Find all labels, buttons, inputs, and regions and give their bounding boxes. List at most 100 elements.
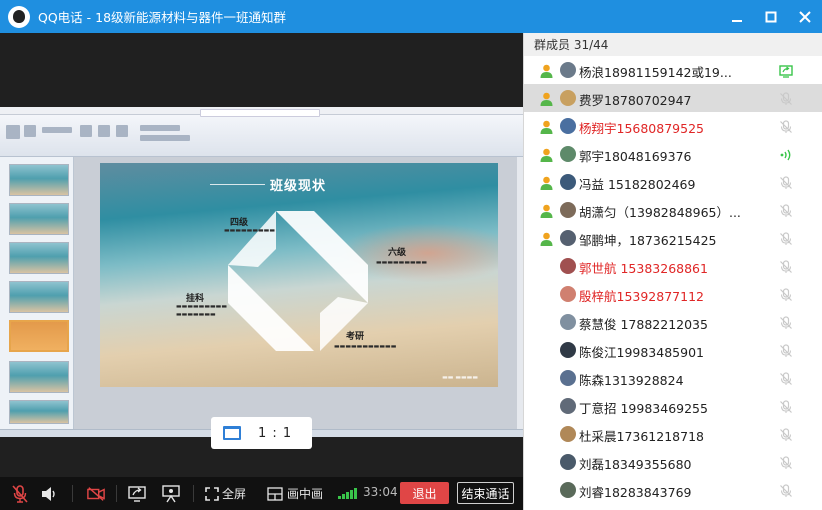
end-call-button[interactable]: 结束通话 xyxy=(457,482,514,504)
avatar[interactable] xyxy=(560,230,576,246)
avatar[interactable] xyxy=(560,454,576,470)
avatar[interactable] xyxy=(560,286,576,302)
caption-line: ▬▬▬▬▬▬▬▬▬▬▬ xyxy=(334,343,397,350)
title-bar: QQ电话 - 18级新能源材料与器件一班通知群 xyxy=(0,0,822,33)
member-row[interactable]: 陈森1313928824 xyxy=(524,364,822,392)
avatar[interactable] xyxy=(560,174,576,190)
member-row[interactable]: 邹鹏坤，18736215425 xyxy=(524,224,822,252)
slide-thumbnail[interactable] xyxy=(9,361,69,393)
slide-thumbnail[interactable] xyxy=(9,281,69,313)
online-user-icon xyxy=(540,175,553,190)
member-row[interactable]: 杜采晨17361218718 xyxy=(524,420,822,448)
member-name: 殷梓航15392877112 xyxy=(579,289,704,304)
slide-canvas: 班级现状 四级 ▬▬▬▬▬▬▬▬▬ 六级 ▬▬▬▬▬▬▬▬▬ 挂科 ▬▬▬▬▬▬… xyxy=(74,157,523,429)
avatar[interactable] xyxy=(560,258,576,274)
member-panel: 群成员 31/44 杨浪18981159142或19... 费罗187807029… xyxy=(523,33,822,510)
member-row[interactable]: 殷梓航15392877112 xyxy=(524,280,822,308)
avatar[interactable] xyxy=(560,62,576,78)
member-row[interactable]: 蔡慧俊 17882212035 xyxy=(524,308,822,336)
member-name: 杨翔宇15680879525 xyxy=(579,121,704,136)
share-screen-icon xyxy=(128,486,146,502)
slide-thumbnail[interactable] xyxy=(9,400,69,424)
member-row[interactable]: 陈俊江19983485901 xyxy=(524,336,822,364)
avatar[interactable] xyxy=(560,482,576,498)
shared-screen[interactable]: 班级现状 四级 ▬▬▬▬▬▬▬▬▬ 六级 ▬▬▬▬▬▬▬▬▬ 挂科 ▬▬▬▬▬▬… xyxy=(0,107,523,437)
member-row[interactable]: 杨翔宇15680879525 xyxy=(524,112,822,140)
mic-muted-icon xyxy=(779,175,793,189)
online-user-icon xyxy=(540,91,553,106)
mic-muted-icon xyxy=(779,343,793,357)
member-row[interactable]: 刘睿18283843769 xyxy=(524,476,822,504)
slide-thumbnails xyxy=(0,157,74,429)
toolbar-divider xyxy=(116,485,117,502)
member-row[interactable]: 郭宇18048169376 xyxy=(524,140,822,168)
avatar[interactable] xyxy=(560,146,576,162)
aspect-ratio-button[interactable]: 1 : 1 xyxy=(211,417,312,449)
avatar[interactable] xyxy=(560,90,576,106)
fullscreen-button[interactable]: 全屏 xyxy=(222,485,246,502)
mic-muted-icon xyxy=(779,315,793,329)
pip-button[interactable]: 画中画 xyxy=(287,485,323,502)
member-name: 费罗18780702947 xyxy=(579,93,692,108)
member-name: 郭宇18048169376 xyxy=(579,149,692,164)
member-name: 郭世航 15383268861 xyxy=(579,261,708,276)
member-row[interactable]: 费罗18780702947 xyxy=(524,84,822,112)
member-name: 蔡慧俊 17882212035 xyxy=(579,317,708,332)
slide-title: 班级现状 xyxy=(270,179,327,194)
member-row[interactable]: 刘磊18349355680 xyxy=(524,448,822,476)
avatar[interactable] xyxy=(560,314,576,330)
call-duration: 33:04 xyxy=(363,485,398,499)
slide-thumbnail[interactable] xyxy=(9,203,69,235)
mic-muted-icon xyxy=(779,203,793,217)
avatar[interactable] xyxy=(560,398,576,414)
mic-muted-icon xyxy=(779,483,793,497)
member-name: 胡潇匀（13982848965）... xyxy=(579,205,741,220)
member-row[interactable]: 杨浪18981159142或19... xyxy=(524,56,822,84)
slide-thumbnail[interactable] xyxy=(9,164,69,196)
caption-line: ▬▬▬▬▬▬▬▬▬ xyxy=(176,303,228,310)
member-row[interactable]: 冯益 15182802469 xyxy=(524,168,822,196)
toolbar-divider xyxy=(72,485,73,502)
signal-strength-icon xyxy=(338,488,358,499)
slide-thumbnail-selected[interactable] xyxy=(9,320,69,352)
mic-muted-icon xyxy=(779,259,793,273)
caption-line: ▬▬▬▬▬▬▬ xyxy=(176,311,216,318)
online-user-icon xyxy=(540,203,553,218)
member-name: 丁意招 19983469255 xyxy=(579,401,708,416)
close-button[interactable] xyxy=(788,0,822,33)
minimize-icon xyxy=(732,19,742,22)
minimize-button[interactable] xyxy=(720,0,754,33)
camera-off-button[interactable] xyxy=(87,485,105,503)
avatar[interactable] xyxy=(560,370,576,386)
online-user-icon xyxy=(540,63,553,78)
fullscreen-icon-wrap[interactable] xyxy=(203,485,221,503)
exit-button[interactable]: 退出 xyxy=(400,482,449,504)
slide-thumbnail[interactable] xyxy=(9,242,69,274)
member-row[interactable]: 郭世航 15383268861 xyxy=(524,252,822,280)
online-user-icon xyxy=(540,119,553,134)
member-row[interactable]: 丁意招 19983469255 xyxy=(524,392,822,420)
mic-muted-icon xyxy=(779,427,793,441)
speaker-button[interactable] xyxy=(40,485,58,503)
online-user-icon xyxy=(540,147,553,162)
avatar[interactable] xyxy=(560,118,576,134)
member-row[interactable]: 胡潇匀（13982848965）... xyxy=(524,196,822,224)
mic-muted-icon xyxy=(779,371,793,385)
member-count: 群成员 31/44 xyxy=(524,33,822,56)
avatar[interactable] xyxy=(560,342,576,358)
shared-screen-area[interactable]: 班级现状 四级 ▬▬▬▬▬▬▬▬▬ 六级 ▬▬▬▬▬▬▬▬▬ 挂科 ▬▬▬▬▬▬… xyxy=(0,33,523,477)
avatar[interactable] xyxy=(560,202,576,218)
label-kaoyan: 考研 xyxy=(346,332,365,342)
share-screen-button[interactable] xyxy=(128,485,146,503)
toolbar-divider xyxy=(193,485,194,502)
maximize-button[interactable] xyxy=(754,0,788,33)
screen-share-icon xyxy=(779,63,793,78)
mic-off-button[interactable] xyxy=(11,485,29,503)
member-name: 邹鹏坤，18736215425 xyxy=(579,233,717,248)
member-name: 杨浪18981159142或19... xyxy=(579,65,732,80)
pip-icon-wrap[interactable] xyxy=(266,485,284,503)
presentation-button[interactable] xyxy=(162,485,180,503)
speaker-icon xyxy=(42,487,55,501)
avatar[interactable] xyxy=(560,426,576,442)
label-cet6: 六级 xyxy=(388,248,407,258)
